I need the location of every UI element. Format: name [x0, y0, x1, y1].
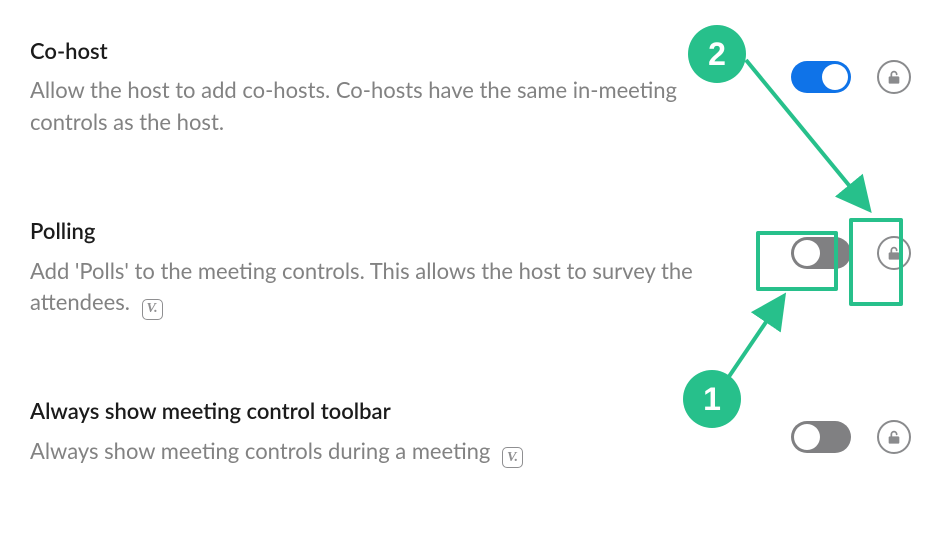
polling-lock-button[interactable]	[877, 236, 911, 270]
setting-description: Always show meeting controls during a me…	[30, 435, 710, 467]
setting-title: Always show meeting control toolbar	[30, 398, 715, 424]
unlock-icon	[886, 68, 902, 86]
setting-row-polling: Polling Add 'Polls' to the meeting contr…	[30, 218, 915, 318]
co-host-lock-button[interactable]	[877, 60, 911, 94]
co-host-toggle[interactable]	[791, 61, 851, 93]
toggle-knob	[822, 64, 848, 90]
modified-badge-icon: V.	[142, 299, 163, 320]
always-show-toolbar-toggle[interactable]	[791, 421, 851, 453]
always-show-toolbar-lock-button[interactable]	[877, 420, 911, 454]
toggle-knob	[794, 424, 820, 450]
setting-title: Co-host	[30, 38, 715, 64]
unlock-icon	[886, 244, 902, 262]
setting-row-always-show-toolbar: Always show meeting control toolbar Alwa…	[30, 398, 915, 466]
modified-badge-icon: V.	[502, 447, 523, 468]
setting-title: Polling	[30, 218, 715, 244]
setting-description: Allow the host to add co-hosts. Co-hosts…	[30, 74, 710, 138]
unlock-icon	[886, 428, 902, 446]
setting-row-co-host: Co-host Allow the host to add co-hosts. …	[30, 38, 915, 138]
polling-toggle[interactable]	[791, 237, 851, 269]
toggle-knob	[794, 240, 820, 266]
setting-description: Add 'Polls' to the meeting controls. Thi…	[30, 255, 710, 319]
